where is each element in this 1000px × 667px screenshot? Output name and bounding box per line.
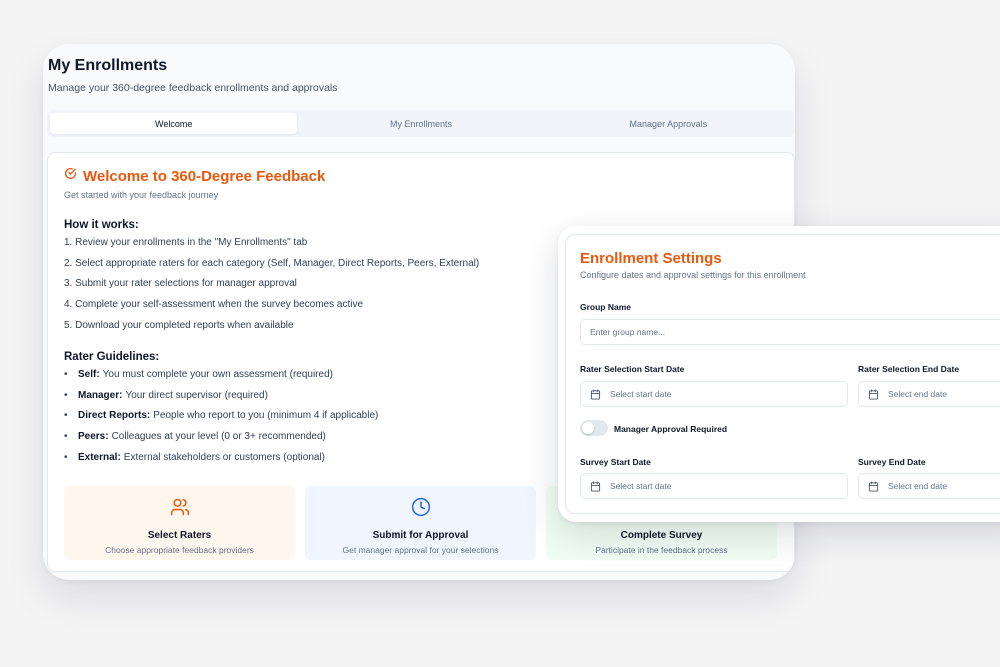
step-item: 3. Submit your rater selections for mana… — [64, 278, 297, 290]
tab-welcome[interactable]: Welcome — [50, 113, 298, 134]
guideline-text: You must complete your own assessment (r… — [102, 369, 333, 380]
settings-panel: Enrollment Settings Configure dates and … — [565, 234, 1000, 514]
calendar-icon — [868, 480, 879, 492]
tab-bar: Welcome My Enrollments Manager Approvals — [47, 110, 795, 137]
feature-select-raters: Select Raters Choose appropriate feedbac… — [64, 486, 295, 560]
welcome-title: Welcome to 360-Degree Feedback — [83, 167, 326, 185]
rater-end-label: Rater Selection End Date — [858, 364, 960, 374]
calendar-icon — [590, 480, 601, 492]
settings-subtitle: Configure dates and approval settings fo… — [580, 270, 806, 280]
tab-manager-approvals[interactable]: Manager Approvals — [545, 113, 792, 134]
rater-start-date-input[interactable]: Select start date — [580, 381, 848, 407]
step-item: 4. Complete your self-assessment when th… — [64, 299, 364, 311]
guideline-item: • External: External stakeholders or custo… — [64, 451, 325, 463]
page-title: My Enrollments — [48, 57, 168, 74]
calendar-icon — [590, 388, 601, 400]
guideline-term: Peers: — [78, 431, 109, 443]
feature-title: Submit for Approval — [372, 530, 469, 541]
rater-start-label: Rater Selection Start Date — [580, 364, 685, 374]
rater-start-placeholder: Select start date — [610, 389, 672, 399]
feature-title: Complete Survey — [620, 530, 703, 541]
manager-approval-toggle[interactable] — [580, 420, 608, 436]
guideline-text: External stakeholders or customers (opti… — [123, 451, 325, 463]
group-name-input[interactable]: Enter group name... — [580, 319, 1000, 345]
guideline-term: Direct Reports: — [78, 410, 151, 422]
survey-start-placeholder: Select start date — [610, 481, 672, 491]
feature-desc: Participate in the feedback process — [595, 545, 728, 555]
page-subtitle: Manage your 360-degree feedback enrollme… — [48, 82, 338, 94]
survey-end-date-input[interactable]: Select end date — [858, 473, 1000, 499]
guideline-text: Colleagues at your level (0 or 3+ recomm… — [111, 431, 326, 443]
rater-end-placeholder: Select end date — [888, 389, 948, 399]
feature-title: Select Raters — [147, 530, 212, 541]
steps-list: 1. Review your enrollments in the "My En… — [64, 236, 479, 339]
how-it-works-title: How it works: — [64, 219, 139, 231]
guideline-item: • Self: You must complete your own assessm… — [64, 369, 333, 380]
feature-submit-approval: Submit for Approval Get manager approval… — [305, 486, 536, 560]
rater-guidelines-title: Rater Guidelines: — [64, 351, 160, 363]
guideline-term: Self: — [78, 369, 100, 380]
guideline-text: Your direct supervisor (required) — [125, 389, 268, 401]
survey-end-placeholder: Select end date — [888, 481, 948, 491]
survey-end-label: Survey End Date — [858, 457, 926, 467]
guideline-term: External: — [78, 451, 121, 463]
clock-icon — [411, 496, 431, 518]
welcome-subtitle: Get started with your feedback journey — [64, 190, 219, 200]
welcome-heading: Welcome to 360-Degree Feedback — [64, 167, 325, 185]
guideline-item: • Direct Reports: People who report to you… — [64, 410, 379, 422]
guideline-item: • Peers: Colleagues at your level (0 or 3+… — [64, 431, 326, 443]
survey-start-label: Survey Start Date — [580, 457, 651, 467]
guideline-term: Manager: — [78, 389, 123, 401]
survey-start-date-input[interactable]: Select start date — [580, 473, 848, 499]
step-item: 5. Download your completed reports when … — [64, 319, 294, 331]
tab-my-enrollments[interactable]: My Enrollments — [297, 113, 544, 134]
guideline-text: People who report to you (minimum 4 if a… — [153, 410, 379, 422]
group-name-placeholder: Enter group name... — [590, 327, 666, 337]
guideline-item: • Manager: Your direct supervisor (require… — [64, 389, 268, 401]
settings-title: Enrollment Settings — [580, 250, 722, 267]
check-circle-icon — [64, 167, 77, 185]
calendar-icon — [868, 388, 879, 400]
manager-approval-label: Manager Approval Required — [614, 424, 728, 434]
step-item: 2. Select appropriate raters for each ca… — [64, 257, 480, 269]
feature-desc: Get manager approval for your selections — [342, 545, 499, 555]
group-name-label: Group Name — [580, 302, 632, 312]
users-icon — [170, 496, 190, 518]
rater-end-date-input[interactable]: Select end date — [858, 381, 1000, 407]
step-item: 1. Review your enrollments in the "My En… — [64, 237, 308, 248]
feature-desc: Choose appropriate feedback providers — [105, 545, 254, 555]
toggle-knob — [582, 422, 594, 434]
guidelines-list: • Self: You must complete your own assessm… — [64, 368, 378, 471]
enrollment-settings-dialog: Enrollment Settings Configure dates and … — [558, 226, 1000, 522]
